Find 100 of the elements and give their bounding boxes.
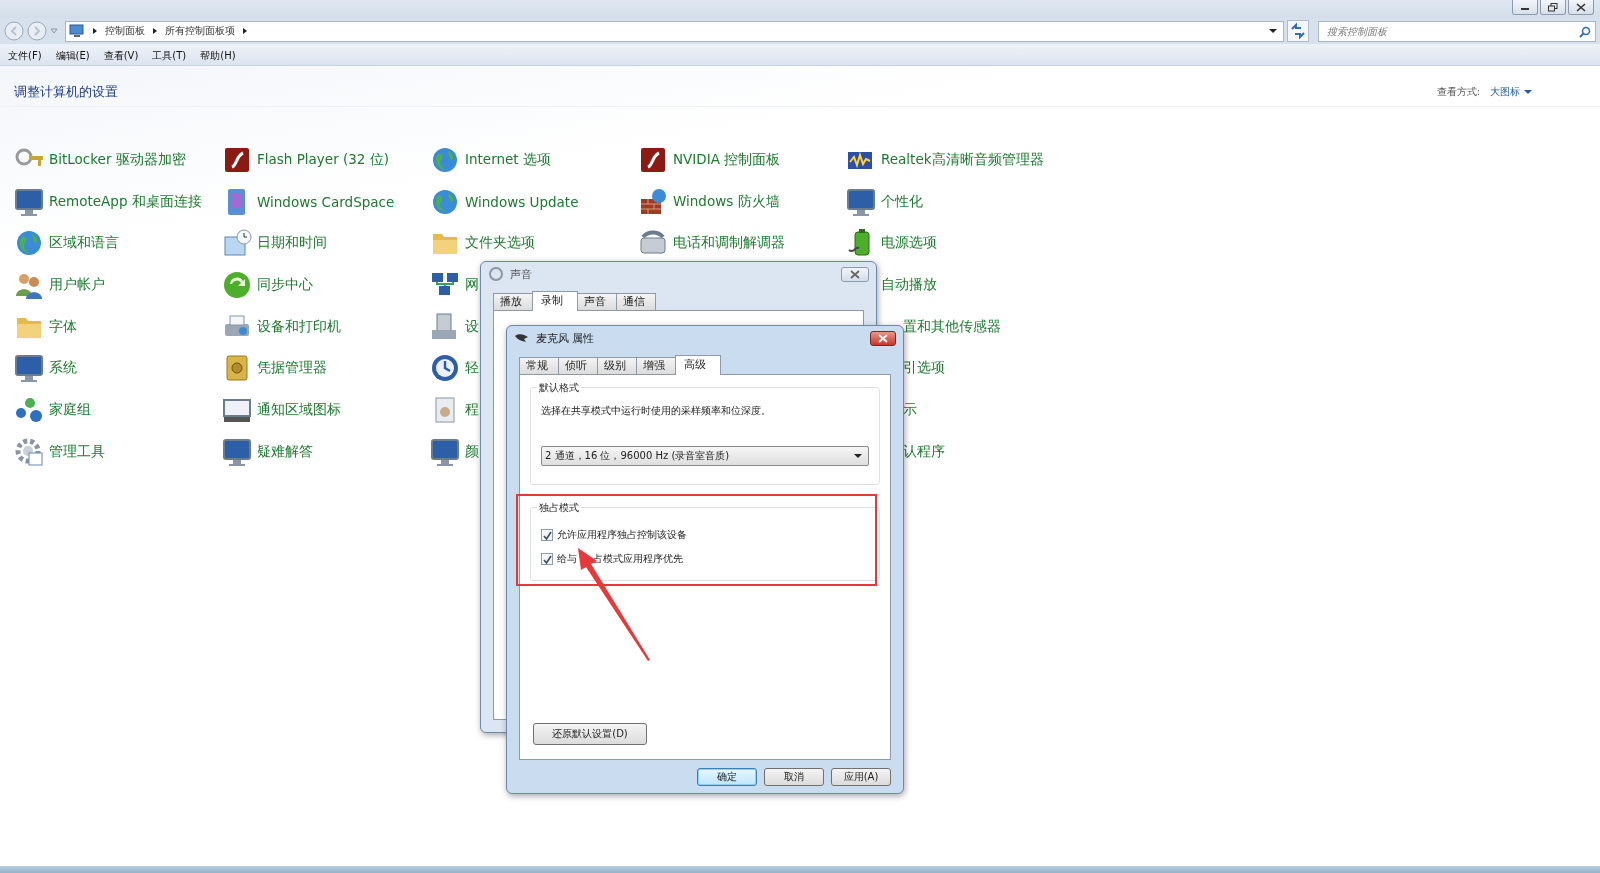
restore-button[interactable]: [1540, 0, 1566, 15]
applet-link[interactable]: 电源选项: [881, 234, 937, 253]
applet-link[interactable]: 区域和语言: [49, 234, 119, 253]
dialog-button[interactable]: 确定: [697, 768, 757, 786]
applet-link[interactable]: Flash Player (32 位): [257, 150, 389, 169]
checkbox[interactable]: [541, 553, 553, 565]
applet-link[interactable]: 系统: [49, 359, 77, 378]
dialog-icon: [488, 267, 504, 281]
applet-link[interactable]: NVIDIA 控制面板: [673, 150, 781, 169]
breadcrumb-item[interactable]: 控制面板: [105, 24, 145, 38]
applet-link[interactable]: 日期和时间: [257, 234, 327, 253]
close-button[interactable]: [841, 266, 869, 282]
applet-link[interactable]: Internet 选项: [465, 150, 551, 169]
group-heading: 默认格式: [537, 381, 581, 395]
close-button[interactable]: [1568, 0, 1594, 15]
applet-link[interactable]: 通知区域图标: [257, 400, 341, 419]
checkbox-label[interactable]: 给与: [557, 552, 577, 566]
applet-link[interactable]: 管理工具: [49, 442, 105, 461]
refresh-button[interactable]: [1287, 20, 1309, 42]
applet-link[interactable]: 设备和打印机: [257, 317, 341, 336]
tab[interactable]: 常规: [519, 357, 559, 374]
applet-link[interactable]: Windows Update: [465, 193, 579, 210]
applet-link[interactable]: 电话和调制解调器: [673, 234, 785, 253]
chevron-icon: [241, 27, 249, 35]
menu-item[interactable]: 编辑(E): [55, 48, 90, 63]
format-dropdown[interactable]: 2 通道，16 位，96000 Hz (录音室音质): [541, 446, 869, 466]
menu-item[interactable]: 查看(V): [103, 48, 139, 63]
tab[interactable]: 高级: [675, 355, 721, 375]
checkbox[interactable]: [541, 529, 553, 541]
applet-link[interactable]: 用户帐户: [49, 275, 105, 294]
dialog-icon: [514, 331, 530, 345]
applet-link[interactable]: Windows 防火墙: [673, 192, 780, 211]
monitor-icon[interactable]: [430, 436, 460, 467]
chevron-icon: [151, 27, 159, 35]
tab[interactable]: 增强: [636, 357, 676, 374]
minimize-button[interactable]: [1512, 0, 1538, 15]
applet-link[interactable]: 颜: [465, 442, 479, 461]
applet-link[interactable]: Windows CardSpace: [257, 193, 395, 210]
checkbox-label[interactable]: 占模式应用程序优先: [593, 552, 683, 566]
checkbox-label[interactable]: 允许应用程序独占控制该设备: [557, 528, 687, 542]
chevron-icon: [91, 27, 99, 35]
monitor-icon[interactable]: [222, 436, 252, 467]
computer-icon: [69, 24, 85, 38]
close-icon: [878, 333, 888, 343]
address-bar[interactable]: 控制面板 所有控制面板项: [65, 20, 1284, 42]
close-icon: [1576, 2, 1586, 12]
applet-link[interactable]: 轻: [465, 359, 479, 378]
applet-link[interactable]: 自动播放: [881, 275, 937, 294]
menu-item[interactable]: 工具(T): [152, 48, 187, 63]
tab[interactable]: 声音: [577, 293, 617, 310]
view-mode-dropdown[interactable]: 大图标: [1490, 85, 1532, 99]
search-field[interactable]: 搜索控制面板: [1318, 20, 1596, 42]
tab[interactable]: 录制: [532, 291, 578, 311]
tab[interactable]: 播放: [493, 293, 533, 310]
dialog-button[interactable]: 应用(A): [831, 768, 891, 786]
dropdown-arrow-icon[interactable]: [1269, 28, 1277, 34]
applet-link[interactable]: 疑难解答: [257, 442, 313, 461]
menu-item[interactable]: 文件(F): [8, 48, 42, 63]
restore-defaults-button[interactable]: 还原默认设置(D): [533, 723, 647, 745]
dial-icon[interactable]: [430, 353, 460, 384]
close-button[interactable]: [870, 330, 896, 346]
menu-item[interactable]: 帮助(H): [200, 48, 236, 63]
caret-icon: [1524, 89, 1532, 95]
close-icon: [850, 269, 860, 279]
applet-link[interactable]: 个性化: [881, 192, 923, 211]
applet-link[interactable]: Realtek高清晰音频管理器: [881, 150, 1044, 169]
dialog-title: 麦克风 属性: [536, 330, 595, 346]
applet-link[interactable]: 引选项: [903, 359, 945, 378]
applet-link[interactable]: 设: [465, 317, 479, 336]
applet-link[interactable]: 示: [903, 400, 917, 419]
gear-icon[interactable]: [14, 436, 44, 467]
monitor-icon[interactable]: [14, 186, 44, 217]
applet-link[interactable]: 文件夹选项: [465, 234, 535, 253]
monitor-icon[interactable]: [14, 353, 44, 384]
breadcrumb-item[interactable]: 所有控制面板项: [165, 24, 235, 38]
monitor-icon[interactable]: [846, 186, 876, 217]
applet-link[interactable]: 凭据管理器: [257, 359, 327, 378]
group-heading: 独占模式: [537, 501, 581, 515]
applet-link[interactable]: 程: [465, 400, 479, 419]
description-text: 选择在共享模式中运行时使用的采样频率和位深度。: [541, 404, 772, 418]
applet-link[interactable]: RemoteApp 和桌面连接: [49, 192, 202, 211]
sync-icon[interactable]: [222, 269, 252, 300]
dialog-button[interactable]: 取消: [764, 768, 824, 786]
restore-icon: [1548, 2, 1558, 12]
tab[interactable]: 通信: [616, 293, 656, 310]
tab[interactable]: 级别: [597, 357, 637, 374]
applet-link[interactable]: 置和其他传感器: [903, 317, 1001, 336]
applet-link[interactable]: 家庭组: [49, 400, 91, 419]
dialog-title: 声音: [510, 266, 532, 282]
applet-link[interactable]: BitLocker 驱动器加密: [49, 150, 186, 169]
tab[interactable]: 侦听: [558, 357, 598, 374]
dropdown-arrow-icon: [854, 453, 862, 459]
applet-link[interactable]: 网: [465, 275, 479, 294]
search-icon[interactable]: [1579, 25, 1591, 38]
applet-link[interactable]: 同步中心: [257, 275, 313, 294]
applet-link[interactable]: 字体: [49, 317, 77, 336]
page-title: 调整计算机的设置: [14, 83, 118, 101]
applet-link[interactable]: 认程序: [903, 442, 945, 461]
firewall-icon[interactable]: [638, 186, 668, 217]
view-label: 查看方式:: [1436, 85, 1480, 99]
